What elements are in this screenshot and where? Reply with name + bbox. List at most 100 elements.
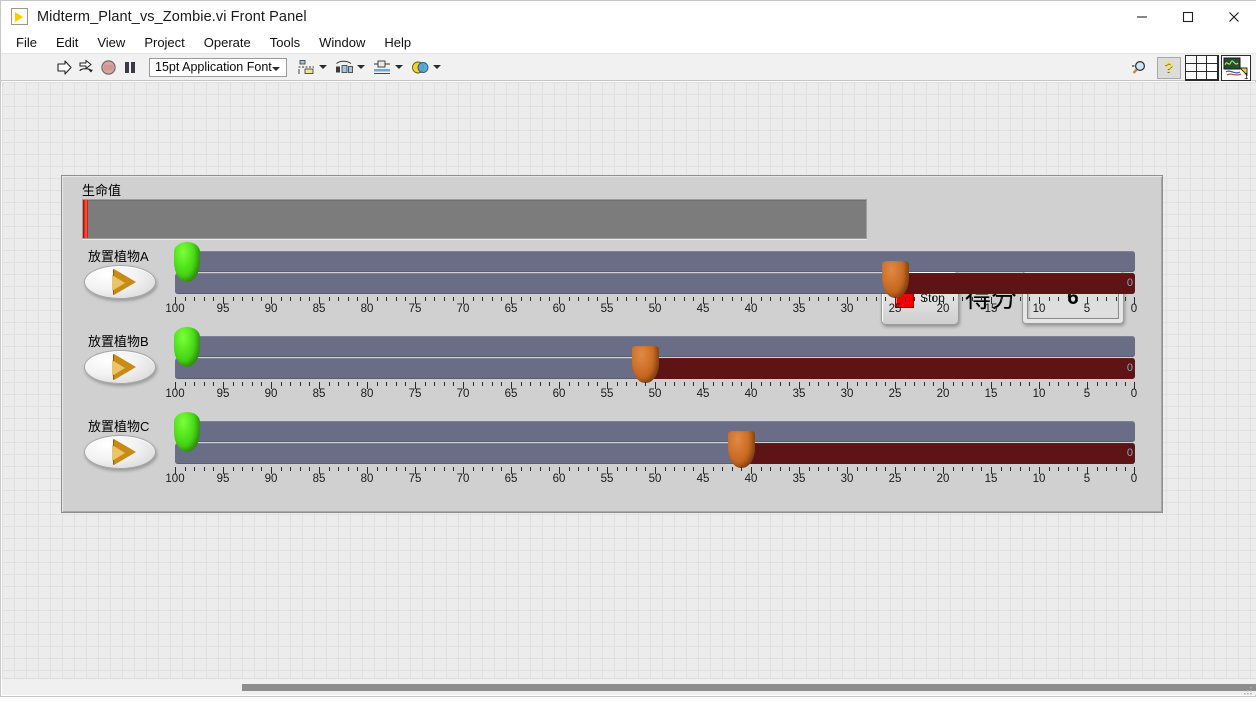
scale-tick-minor — [203, 382, 205, 386]
scale-tick-minor — [971, 297, 973, 301]
scale-tick-minor — [962, 467, 964, 471]
scale-tick-minor — [1115, 467, 1117, 471]
scale-tick-label: 45 — [696, 303, 710, 315]
scale-tick-label: 65 — [504, 473, 518, 485]
scale-tick-minor — [933, 382, 935, 386]
minimize-icon[interactable] — [1119, 1, 1165, 32]
scale-tick-label: 80 — [360, 473, 374, 485]
menu-item-edit[interactable]: Edit — [47, 33, 87, 52]
align-objects-control[interactable] — [295, 56, 327, 78]
lane-a-track-top — [175, 251, 1135, 272]
scale-tick-minor — [184, 297, 186, 301]
toolbar: 15pt Application Font ? 1 — [1, 54, 1256, 81]
scale-tick-minor — [261, 297, 263, 301]
scale-tick-minor — [1096, 382, 1098, 386]
scale-tick-label: 55 — [600, 388, 614, 400]
scale-tick-minor — [520, 297, 522, 301]
scale-tick-minor — [309, 297, 311, 301]
scale-tick-minor — [491, 467, 493, 471]
menu-item-operate[interactable]: Operate — [195, 33, 260, 52]
scale-tick-minor — [885, 297, 887, 301]
context-help-icon[interactable]: ? — [1157, 56, 1181, 79]
scale-tick-minor — [1010, 297, 1012, 301]
scale-tick-minor — [1125, 297, 1127, 301]
place-plant-b-button[interactable] — [84, 350, 156, 384]
chevron-down-icon — [357, 65, 365, 69]
scale-tick-minor — [914, 297, 916, 301]
horizontal-scrollbar-thumb[interactable] — [242, 684, 1256, 691]
svg-text:1: 1 — [1244, 72, 1249, 80]
scale-tick-minor — [539, 297, 541, 301]
scale-tick-minor — [616, 297, 618, 301]
lane-a-label: 放置植物A — [88, 249, 149, 264]
menu-item-window[interactable]: Window — [310, 33, 374, 52]
scale-tick-minor — [904, 297, 906, 301]
font-selector[interactable]: 15pt Application Font — [149, 57, 287, 77]
scale-tick-minor — [290, 467, 292, 471]
search-icon[interactable] — [1129, 57, 1151, 79]
chevron-down-icon — [272, 66, 280, 71]
lane-c-plant-marker[interactable] — [174, 412, 200, 452]
menu-item-file[interactable]: File — [7, 33, 46, 52]
scale-tick-minor — [232, 382, 234, 386]
scale-tick-minor — [770, 467, 772, 471]
lane-b-plant-marker[interactable] — [174, 327, 200, 367]
menu-item-view[interactable]: View — [88, 33, 134, 52]
scale-tick-minor — [386, 467, 388, 471]
reorder-objects-control[interactable] — [409, 56, 441, 78]
scale-tick-minor — [760, 382, 762, 386]
horizontal-scrollbar[interactable] — [2, 678, 1256, 695]
scale-tick-minor — [626, 382, 628, 386]
scale-tick-label: 35 — [792, 388, 806, 400]
resize-objects-control[interactable] — [371, 56, 403, 78]
scale-tick-minor — [914, 467, 916, 471]
scale-tick-minor — [875, 467, 877, 471]
lane-a-scale: 100 95 90 85 80 75 70 65 60 55 50 45 40 35 30 25 20 15 10 5… — [165, 297, 1137, 319]
place-plant-c-button[interactable] — [84, 435, 156, 469]
scale-tick-label: 25 — [888, 388, 902, 400]
scale-tick-minor — [693, 467, 695, 471]
lane-a-track-bottom: 0 — [175, 273, 1135, 294]
resize-grip-icon[interactable] — [1241, 683, 1253, 695]
menu-item-help[interactable]: Help — [375, 33, 420, 52]
front-panel-canvas[interactable]: 生命值 Stop 得分 6 放置植物A — [2, 82, 1256, 678]
maximize-icon[interactable] — [1165, 1, 1211, 32]
vi-thumbnail-icon[interactable]: 1 — [1221, 54, 1251, 81]
pause-icon[interactable] — [119, 56, 141, 78]
scale-tick-minor — [1010, 382, 1012, 386]
lane-c-slider[interactable]: 0 100 95 90 85 80 75 70 65 60 55 50 45 40 35 30 25 20 15 1… — [165, 412, 1137, 485]
window-grid-icon[interactable] — [1185, 54, 1219, 81]
scale-tick-label: 30 — [840, 473, 854, 485]
lane-a-plant-marker[interactable] — [174, 242, 200, 282]
lane-a-slider[interactable]: 0 100 95 90 85 80 75 70 65 60 55 50 45 40 35 30 25 20 15 1… — [165, 242, 1137, 315]
scale-tick-minor — [1019, 467, 1021, 471]
run-arrow-icon[interactable] — [53, 56, 75, 78]
menu-item-project[interactable]: Project — [135, 33, 193, 52]
scale-tick-label: 10 — [1032, 303, 1046, 315]
menu-item-tools[interactable]: Tools — [261, 33, 309, 52]
scale-tick-minor — [789, 297, 791, 301]
scale-tick-label: 100 — [165, 388, 185, 400]
scale-tick-minor — [251, 297, 253, 301]
scale-tick-minor — [1106, 297, 1108, 301]
place-plant-a-button[interactable] — [84, 265, 156, 299]
scale-tick-minor — [779, 297, 781, 301]
scale-tick-minor — [1000, 297, 1002, 301]
close-icon[interactable] — [1211, 1, 1256, 32]
health-tank[interactable] — [82, 199, 867, 239]
scale-tick-minor — [472, 382, 474, 386]
lane-a-zombie-marker[interactable] — [882, 261, 909, 298]
lane-b-slider[interactable]: 0 100 95 90 85 80 75 70 65 60 55 50 45 40 35 30 25 20 15 1… — [165, 327, 1137, 400]
abort-execution-icon[interactable] — [97, 56, 119, 78]
scale-tick-minor — [741, 382, 743, 386]
scale-tick-label: 50 — [648, 388, 662, 400]
scale-tick-label: 5 — [1083, 303, 1091, 315]
scale-tick-minor — [434, 467, 436, 471]
scale-tick-minor — [482, 467, 484, 471]
run-continuously-icon[interactable] — [75, 56, 97, 78]
scale-tick-minor — [213, 467, 215, 471]
distribute-objects-control[interactable] — [333, 56, 365, 78]
scale-tick-minor — [818, 467, 820, 471]
scale-tick-minor — [1010, 467, 1012, 471]
scale-tick-minor — [242, 467, 244, 471]
